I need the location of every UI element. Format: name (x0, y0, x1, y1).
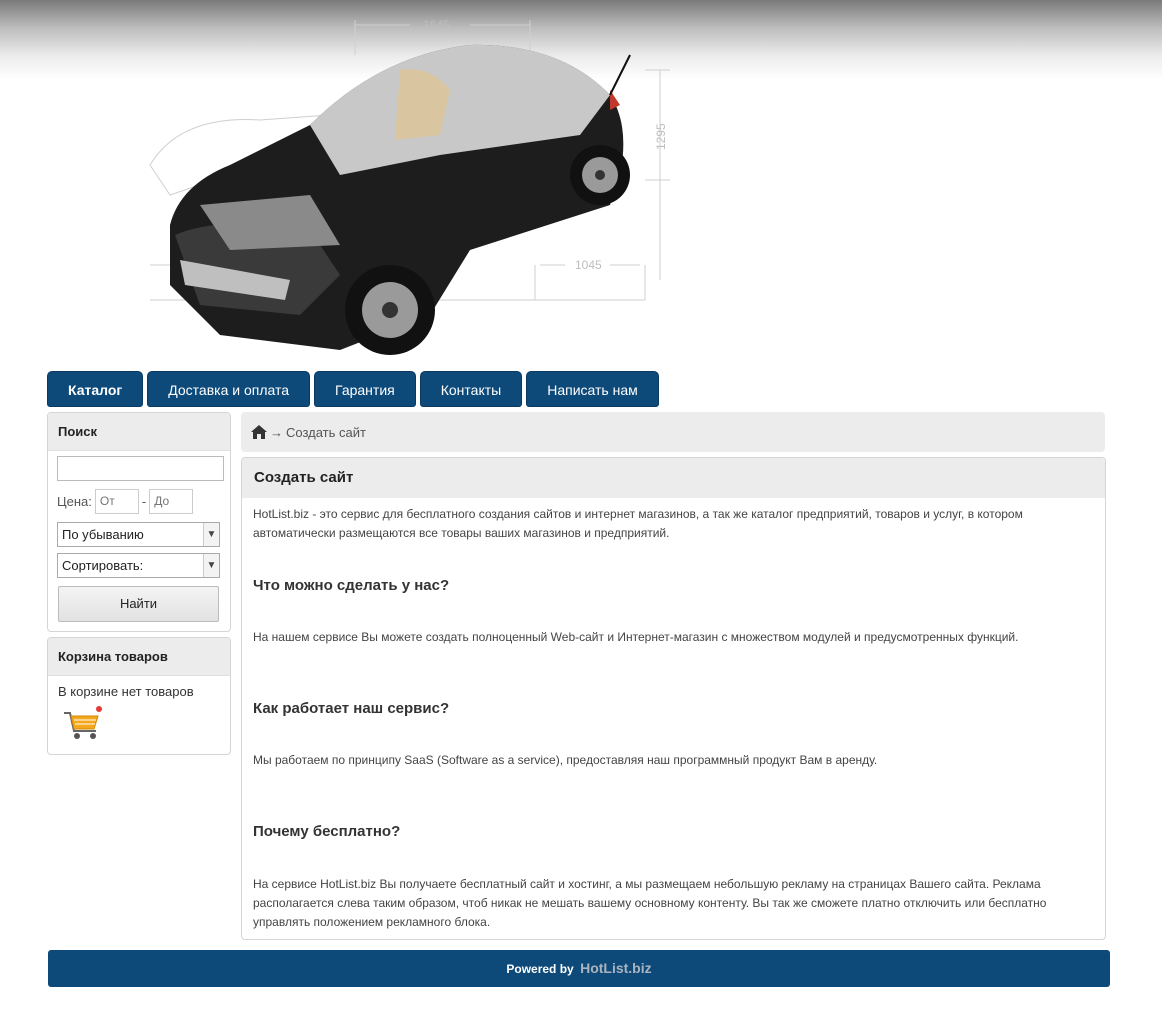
cart-panel-title: Корзина товаров (48, 638, 230, 676)
section-heading: Что можно сделать у нас? (253, 577, 450, 594)
section-text: На сервисе HotList.biz Вы получаете бесп… (253, 877, 1047, 929)
main-nav: Каталог Доставка и оплата Гарантия Конта… (47, 371, 659, 407)
search-input[interactable] (57, 456, 224, 481)
nav-item-delivery[interactable]: Доставка и оплата (147, 371, 311, 407)
nav-item-contacts[interactable]: Контакты (419, 371, 523, 407)
price-label: Цена: (57, 493, 92, 509)
cart-empty-text: В корзине нет товаров (58, 684, 194, 699)
section-text: На нашем сервисе Вы можете создать полно… (253, 630, 1019, 644)
nav-item-warranty[interactable]: Гарантия (314, 371, 416, 407)
car-cutaway-illustration: 1645 1295 1045 (149, 18, 670, 355)
sort-select-value: Сортировать: (62, 558, 144, 573)
sort-select[interactable]: Сортировать: ▼ (57, 553, 220, 578)
page-title: Создать сайт (242, 458, 1105, 498)
section-heading: Как работает наш сервис? (253, 700, 450, 717)
chevron-down-icon: ▼ (203, 523, 219, 546)
intro-text: HotList.biz - это сервис для бесплатного… (253, 507, 1023, 540)
footer: Powered by HotList.biz (48, 950, 1110, 987)
search-panel-title: Поиск (48, 413, 230, 451)
find-button[interactable]: Найти (58, 586, 219, 622)
nav-item-catalog[interactable]: Каталог (47, 371, 144, 407)
main-content: Создать сайт HotList.biz - это сервис дл… (241, 457, 1106, 940)
dimension-top-label: 1645 (423, 18, 450, 32)
price-separator: - (141, 493, 147, 509)
shopping-cart-icon[interactable] (62, 705, 104, 741)
breadcrumb-current: Создать сайт (286, 424, 366, 440)
breadcrumb-arrow: → (270, 424, 283, 440)
price-to-input[interactable] (149, 488, 194, 514)
chevron-down-icon: ▼ (203, 554, 219, 577)
footer-brand-link[interactable]: HotList.biz (580, 960, 652, 976)
dimension-side-label: 1295 (654, 123, 668, 150)
search-panel: Поиск Цена: - По убыванию ▼ Сортировать:… (47, 412, 231, 632)
powered-by-text: Powered by (506, 962, 574, 976)
dimension-bottom-label: 1045 (575, 258, 602, 272)
section-text: Мы работаем по принципу SaaS (Software a… (253, 753, 878, 767)
section-heading: Почему бесплатно? (253, 823, 401, 840)
price-filter: Цена: - (57, 488, 194, 514)
order-select-value: По убыванию (62, 527, 144, 542)
order-select[interactable]: По убыванию ▼ (57, 522, 220, 547)
breadcrumb: → Создать сайт (241, 412, 1105, 452)
home-icon[interactable] (250, 424, 268, 440)
cart-panel: Корзина товаров В корзине нет товаров (47, 637, 231, 755)
price-from-input[interactable] (94, 488, 139, 514)
nav-item-write-us[interactable]: Написать нам (526, 371, 659, 407)
